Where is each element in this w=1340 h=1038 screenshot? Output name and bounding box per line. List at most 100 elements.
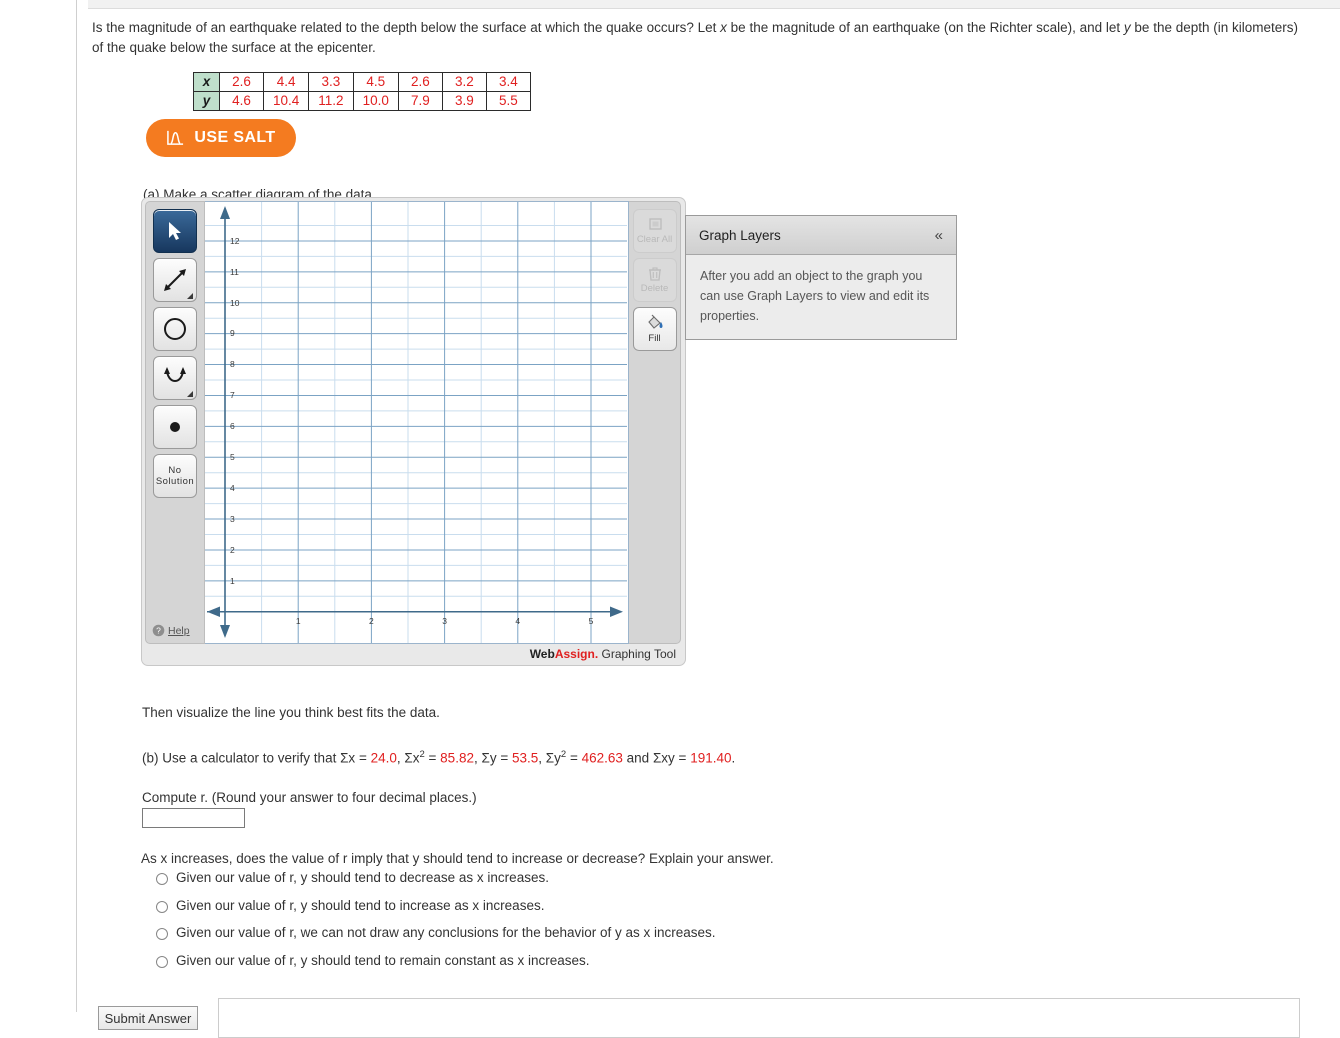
brand-assign: Assign. [554, 647, 599, 661]
svg-text:1: 1 [230, 576, 235, 586]
delete-label: Delete [640, 283, 669, 294]
table-cell: 3.3 [308, 72, 354, 92]
table-cell: 7.9 [397, 91, 443, 111]
radio-button-2[interactable] [156, 900, 168, 913]
brand-tool: Graphing Tool [598, 647, 676, 661]
table-cell: 4.4 [262, 72, 310, 92]
submit-answer-button[interactable]: Submit Answer [98, 1006, 198, 1030]
circle-tool-button[interactable] [153, 307, 197, 351]
graph-action-bar: Clear All Delete Fill [629, 201, 681, 644]
salt-distribution-icon [167, 130, 184, 145]
table-header-y: y [193, 91, 220, 111]
sum-xy-label: Σxy [652, 750, 675, 766]
r-answer-input[interactable] [142, 808, 245, 828]
sum-x2-label: Σx [404, 750, 420, 766]
no-solution-tool-button[interactable]: No Solution [153, 454, 197, 498]
data-table: x 2.6 4.4 3.3 4.5 2.6 3.2 3.4 y 4.6 10.4… [193, 72, 531, 111]
svg-text:7: 7 [230, 390, 235, 400]
top-divider-bar [88, 0, 1340, 9]
question-var-y: y [1123, 20, 1131, 35]
paint-bucket-icon [647, 314, 662, 329]
mc-option-4[interactable]: Given our value of r, y should tend to r… [156, 953, 716, 981]
graphing-tool[interactable]: No Solution ? Help 1 2 3 4 5 6 7 8 9 10 … [141, 197, 686, 666]
svg-text:4: 4 [230, 483, 235, 493]
select-tool-button[interactable] [153, 209, 197, 253]
svg-text:3: 3 [442, 616, 447, 626]
sum-y-label: Σy [481, 750, 497, 766]
sum-y2-value: 462.63 [581, 750, 623, 766]
svg-text:5: 5 [589, 616, 594, 626]
fill-button[interactable]: Fill [632, 307, 677, 351]
point-tool-button[interactable] [153, 405, 197, 449]
collapse-chevron-icon[interactable]: « [935, 227, 943, 244]
radio-button-4[interactable] [156, 955, 168, 968]
left-gutter [0, 0, 77, 1012]
table-header-x: x [193, 72, 220, 92]
sum-y2-label: Σy [545, 750, 561, 766]
svg-text:9: 9 [230, 328, 235, 338]
graph-help-link[interactable]: ? Help [152, 624, 190, 637]
line-tool-button[interactable] [153, 258, 197, 302]
double-arrow-line-icon [164, 269, 186, 291]
sum-x2-value: 85.82 [440, 750, 474, 766]
trash-icon [648, 267, 661, 281]
help-question-icon: ? [152, 624, 165, 637]
table-cell: 4.5 [352, 72, 399, 92]
mc-option-label-2: Given our value of r, y should tend to i… [176, 897, 545, 913]
svg-text:10: 10 [230, 298, 240, 308]
question-line1-b: be the magnitude of an earthquake (on th… [726, 20, 1124, 35]
svg-text:3: 3 [230, 514, 235, 524]
svg-text:5: 5 [230, 452, 235, 462]
svg-text:8: 8 [230, 359, 235, 369]
cursor-arrow-icon [169, 222, 181, 240]
svg-text:2: 2 [230, 545, 235, 555]
visualize-line-text: Then visualize the line you think best f… [142, 705, 440, 720]
part-b-text: (b) Use a calculator to verify that Σx =… [142, 749, 736, 766]
clear-all-icon [648, 218, 662, 230]
table-cell: 3.9 [441, 91, 487, 111]
use-salt-button[interactable]: USE SALT [146, 119, 296, 157]
delete-button[interactable]: Delete [632, 258, 677, 302]
mc-option-label-3: Given our value of r, we can not draw an… [176, 925, 716, 940]
and-word: and [626, 750, 650, 766]
mc-option-3[interactable]: Given our value of r, we can not draw an… [156, 925, 716, 953]
graph-layers-header: Graph Layers « [686, 216, 956, 255]
question-statement: Is the magnitude of an earthquake relate… [92, 18, 1304, 58]
table-cell: 2.6 [219, 72, 264, 92]
table-row-x: x 2.6 4.4 3.3 4.5 2.6 3.2 3.4 [193, 72, 531, 92]
svg-text:4: 4 [515, 616, 520, 626]
line-tool-flyout-indicator[interactable] [187, 293, 193, 299]
table-cell: 2.6 [397, 72, 443, 92]
radio-button-3[interactable] [156, 928, 168, 940]
fill-label: Fill [648, 333, 661, 344]
sum-xy-value: 191.40 [690, 750, 732, 766]
radio-button-1[interactable] [156, 873, 168, 885]
sum-x-label: Σx [340, 750, 356, 766]
svg-text:6: 6 [230, 421, 235, 431]
sum-y-value: 53.5 [511, 750, 539, 766]
table-cell: 4.6 [219, 91, 264, 111]
scatter-grid-svg: 1 2 3 4 5 6 7 8 9 10 11 12 1 2 3 4 5 [205, 202, 627, 643]
mc-prompt: As x increases, does the value of r impl… [141, 851, 774, 866]
mc-option-2[interactable]: Given our value of r, y should tend to i… [156, 898, 716, 926]
svg-text:1: 1 [296, 616, 301, 626]
svg-text:11: 11 [230, 267, 239, 277]
table-cell: 11.2 [308, 91, 354, 111]
clear-all-label: Clear All [636, 234, 673, 245]
svg-text:2: 2 [369, 616, 374, 626]
mc-option-1[interactable]: Given our value of r, y should tend to d… [156, 870, 716, 898]
question-var-x: x [720, 20, 727, 35]
parabola-tool-flyout-indicator[interactable] [187, 391, 193, 397]
graph-layers-panel: Graph Layers « After you add an object t… [685, 215, 957, 340]
graph-toolbar: No Solution ? Help [145, 201, 205, 644]
webassign-branding: WebAssign. Graphing Tool [530, 647, 676, 661]
clear-all-button[interactable]: Clear All [632, 209, 677, 253]
parabola-tool-button[interactable] [153, 356, 197, 400]
table-cell: 3.4 [485, 72, 531, 92]
question-line1-a: Is the magnitude of an earthquake relate… [92, 20, 721, 35]
graph-layers-title: Graph Layers [699, 227, 781, 243]
table-row-y: y 4.6 10.4 11.2 10.0 7.9 3.9 5.5 [193, 91, 531, 111]
submit-side-panel [218, 998, 1300, 1038]
question-content: Is the magnitude of an earthquake relate… [78, 9, 1340, 1038]
graph-plot-area[interactable]: 1 2 3 4 5 6 7 8 9 10 11 12 1 2 3 4 5 [205, 201, 629, 644]
